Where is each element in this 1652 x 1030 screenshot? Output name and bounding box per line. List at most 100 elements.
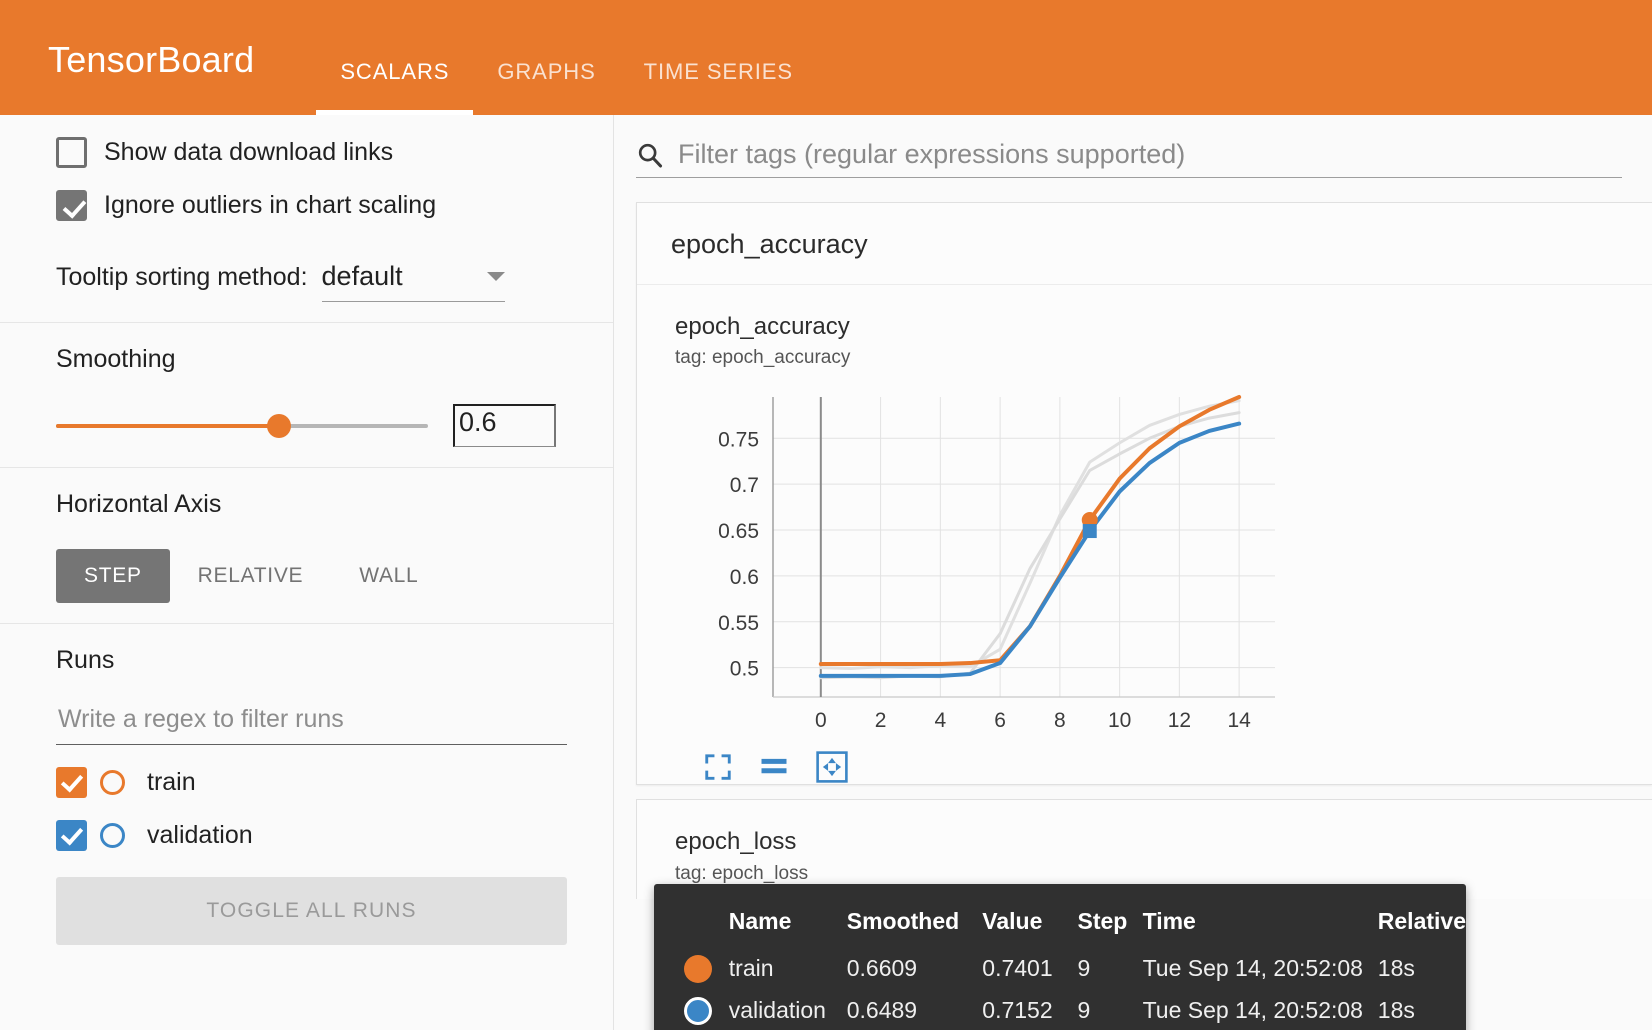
- tooltip-col-step: Step: [1077, 908, 1128, 934]
- run-color-ring-validation-icon: [100, 823, 125, 848]
- tooltip-relative-validation: 18s: [1377, 996, 1415, 1023]
- epoch-accuracy-line-chart[interactable]: 0.5 0.55 0.6 0.65 0.7 0.75 0 2 4 6 8 10 12 14: [675, 391, 1295, 736]
- data-series-icon[interactable]: [759, 752, 789, 782]
- svg-text:0.5: 0.5: [730, 658, 759, 681]
- run-item-train[interactable]: train: [56, 767, 567, 798]
- tooltip-step-validation: 9: [1077, 996, 1091, 1023]
- toggle-all-runs-button[interactable]: TOGGLE ALL RUNS: [56, 877, 567, 945]
- svg-text:12: 12: [1168, 709, 1191, 732]
- app-brand: TensorBoard: [48, 39, 255, 80]
- svg-text:0.6: 0.6: [730, 566, 759, 589]
- svg-text:0.7: 0.7: [730, 474, 759, 497]
- tooltip-value-train: 0.7401: [982, 954, 1053, 981]
- runs-title: Runs: [56, 646, 115, 674]
- tooltip-time-validation: Tue Sep 14, 20:52:08: [1142, 996, 1363, 1023]
- tab-graphs[interactable]: GRAPHS: [473, 59, 619, 115]
- horizontal-axis-title: Horizontal Axis: [56, 490, 222, 518]
- horizontal-axis-wall[interactable]: WALL: [331, 549, 446, 603]
- tag-group-card-epoch-accuracy: epoch_accuracy epoch_accuracy tag: epoch…: [636, 202, 1652, 786]
- fit-domain-icon[interactable]: [815, 750, 849, 784]
- run-checkbox-train[interactable]: [56, 767, 87, 798]
- horizontal-axis-options: STEP RELATIVE WALL: [56, 549, 567, 603]
- tensorboard-app: TensorBoard SCALARS GRAPHS TIME SERIES S…: [0, 0, 1652, 1030]
- tooltip-sorting-select[interactable]: default: [321, 261, 505, 302]
- tag-filter-input[interactable]: [676, 138, 1622, 176]
- tab-scalars[interactable]: SCALARS: [316, 59, 474, 115]
- tooltip-sorting-row: Tooltip sorting method: default: [56, 261, 567, 302]
- tooltip-table: Name Smoothed Value Step Time Relative t…: [654, 902, 1466, 1030]
- tag-filter-underline: [636, 177, 1622, 178]
- run-checkbox-validation[interactable]: [56, 820, 87, 851]
- search-icon: [636, 141, 664, 174]
- chevron-down-icon: [486, 272, 505, 281]
- runs-filter-input[interactable]: [56, 705, 567, 745]
- svg-text:0.75: 0.75: [718, 429, 759, 452]
- horizontal-axis-relative[interactable]: RELATIVE: [170, 549, 332, 603]
- ignore-outliers-checkbox[interactable]: [56, 190, 87, 221]
- tooltip-swatch-cell: [654, 949, 729, 991]
- tooltip-smoothed-train: 0.6609: [846, 954, 918, 981]
- chart-tag-label-epoch-loss: tag: epoch_loss: [675, 862, 809, 884]
- svg-text:0.55: 0.55: [718, 612, 759, 635]
- tooltip-value-validation: 0.7152: [982, 996, 1053, 1023]
- run-label-validation: validation: [147, 821, 253, 849]
- tooltip-smoothed-validation: 0.6489: [846, 996, 918, 1023]
- smoothing-value-input[interactable]: [453, 404, 556, 447]
- run-label-train: train: [147, 768, 196, 796]
- tooltip-relative-train: 18s: [1377, 954, 1415, 981]
- tooltip-col-relative: Relative: [1377, 908, 1466, 934]
- svg-text:4: 4: [934, 709, 946, 732]
- show-data-download-links-row[interactable]: Show data download links: [56, 137, 567, 168]
- smoothing-slider[interactable]: [56, 413, 428, 438]
- sidebar-section-horizontal-axis: Horizontal Axis STEP RELATIVE WALL: [0, 468, 613, 624]
- smoothing-slider-row: [56, 404, 567, 447]
- chart-title: epoch_accuracy: [675, 313, 850, 340]
- svg-text:0.65: 0.65: [718, 520, 759, 543]
- tooltip-swatch-cell: [654, 991, 729, 1030]
- sidebar-section-runs: Runs train validation TOGGLE ALL RUNS: [0, 624, 613, 965]
- fullscreen-icon[interactable]: [703, 752, 733, 782]
- svg-text:6: 6: [994, 709, 1006, 732]
- show-data-download-links-checkbox[interactable]: [56, 137, 87, 168]
- tooltip-row-train: train 0.6609 0.7401 9 Tue Sep 14, 20:52:…: [654, 949, 1466, 991]
- tooltip-col-value: Value: [982, 908, 1043, 934]
- show-data-download-links-label: Show data download links: [104, 138, 394, 166]
- tooltip-col-time: Time: [1142, 908, 1196, 934]
- smoothing-slider-thumb[interactable]: [267, 413, 292, 438]
- svg-text:10: 10: [1108, 709, 1131, 732]
- app-body: Show data download links Ignore outliers…: [0, 115, 1652, 1030]
- tooltip-col-smoothed: Smoothed: [846, 908, 960, 934]
- svg-text:2: 2: [875, 709, 887, 732]
- chart-plot-area[interactable]: 0.5 0.55 0.6 0.65 0.7 0.75 0 2 4 6 8 10 12 14: [675, 391, 1295, 736]
- horizontal-axis-step[interactable]: STEP: [56, 549, 170, 603]
- tooltip-header-row: Name Smoothed Value Step Time Relative: [654, 902, 1466, 949]
- ignore-outliers-row[interactable]: Ignore outliers in chart scaling: [56, 190, 567, 221]
- tag-filter-bar: [614, 115, 1652, 177]
- sidebar-section-smoothing: Smoothing: [0, 323, 613, 468]
- chart-card-epoch-accuracy: epoch_accuracy tag: epoch_accuracy 0.5 0.…: [637, 285, 1652, 784]
- svg-text:0: 0: [815, 709, 827, 732]
- tooltip-row-validation: validation 0.6489 0.7152 9 Tue Sep 14, 2…: [654, 991, 1466, 1030]
- smoothing-slider-fill: [56, 423, 280, 428]
- smoothing-title: Smoothing: [56, 345, 176, 373]
- chart-tag-label: tag: epoch_accuracy: [675, 347, 851, 369]
- run-item-validation[interactable]: validation: [56, 820, 567, 851]
- tab-time-series[interactable]: TIME SERIES: [620, 59, 817, 115]
- app-header: TensorBoard SCALARS GRAPHS TIME SERIES: [0, 0, 1652, 119]
- svg-text:8: 8: [1054, 709, 1066, 732]
- chart-toolbar: [703, 750, 1652, 784]
- tooltip-col-swatch: [654, 902, 729, 949]
- ignore-outliers-label: Ignore outliers in chart scaling: [104, 191, 437, 219]
- tooltip-sorting-label: Tooltip sorting method:: [56, 263, 308, 291]
- tooltip-step-train: 9: [1077, 954, 1091, 981]
- series-color-dot-validation-icon: [684, 996, 712, 1025]
- tooltip-name-validation: validation: [728, 996, 826, 1023]
- chart-title-epoch-loss: epoch_loss: [675, 828, 797, 856]
- settings-sidebar: Show data download links Ignore outliers…: [0, 115, 614, 1030]
- chart-tooltip: Name Smoothed Value Step Time Relative t…: [654, 884, 1466, 1030]
- tag-group-title[interactable]: epoch_accuracy: [637, 203, 1652, 285]
- series-color-dot-train-icon: [684, 954, 712, 983]
- main-tabs: SCALARS GRAPHS TIME SERIES: [316, 0, 817, 115]
- tooltip-time-train: Tue Sep 14, 20:52:08: [1142, 954, 1363, 981]
- run-color-ring-train-icon: [100, 770, 125, 795]
